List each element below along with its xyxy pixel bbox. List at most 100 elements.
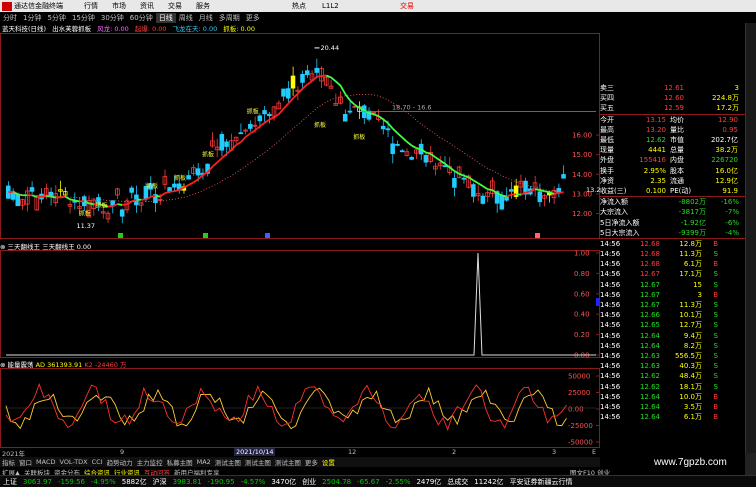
- sh-name[interactable]: 上证: [0, 477, 20, 487]
- flow-row[interactable]: 净流入额 -8802万 -16%: [600, 197, 745, 207]
- ma-segment: [335, 80, 342, 87]
- period-week[interactable]: 周线: [176, 13, 196, 23]
- ma-segment: [282, 102, 290, 110]
- ma-segment: [430, 153, 437, 159]
- tab-cci[interactable]: CCI: [90, 458, 105, 466]
- tab-test3[interactable]: 测试主图: [273, 457, 303, 467]
- watermark: www.7gpzb.com: [654, 457, 727, 468]
- tick-price: 12.68: [639, 260, 660, 269]
- tick-side: S: [713, 311, 718, 320]
- book-row[interactable]: 买五 12.59 17.2万: [600, 103, 745, 113]
- ma-segment: [226, 149, 232, 155]
- ma-segment: [344, 93, 351, 101]
- btab-news[interactable]: 综合资讯: [82, 467, 112, 477]
- candle-body: [509, 189, 514, 192]
- stat-key2: 量比: [670, 125, 684, 134]
- menu-item-trade[interactable]: 交易: [161, 1, 189, 11]
- ma-segment: [192, 178, 199, 184]
- period-60m[interactable]: 60分钟: [127, 13, 156, 23]
- tab-more[interactable]: 更多: [303, 457, 320, 467]
- tick-vol: 556.5万: [674, 351, 702, 360]
- tick-row: 14:56 12.68 12.8万 B: [600, 239, 745, 249]
- tab-test2[interactable]: 测试主图: [243, 457, 273, 467]
- tick-row: 14:56 12.64 3.5万 B: [600, 402, 745, 412]
- feed-name[interactable]: 平安证券新疆云行情: [507, 477, 576, 487]
- candle-body: [281, 88, 286, 97]
- tick-price: 12.67: [639, 270, 660, 279]
- period-5m[interactable]: 5分钟: [44, 13, 68, 23]
- tab-settings[interactable]: 设置: [320, 457, 337, 467]
- menu-level[interactable]: L1L2: [322, 2, 339, 10]
- stat-val2: 16.0亿: [715, 166, 738, 175]
- stat-row: 今开 13.15 均价 12.90: [600, 115, 745, 125]
- candle-body: [561, 174, 566, 179]
- menu-trade-link[interactable]: 交易: [400, 1, 414, 11]
- tick-time: 14:56: [600, 362, 621, 371]
- tab-monitor[interactable]: 主力监控: [135, 457, 165, 467]
- sub1-y-label: 0.40: [574, 311, 590, 319]
- ma-segment: [311, 76, 318, 82]
- tick-row: 14:56 12.68 11.3万 S: [600, 249, 745, 259]
- btab-related[interactable]: 关联板块: [22, 467, 52, 477]
- btab-industry[interactable]: 行业资讯: [112, 467, 142, 477]
- tick-side: B: [713, 392, 718, 401]
- menu-item-market[interactable]: 行情: [77, 1, 105, 11]
- period-month[interactable]: 月线: [196, 13, 216, 23]
- tab-vol[interactable]: VOL-TDX: [57, 458, 89, 466]
- menu-item-news[interactable]: 资讯: [133, 1, 161, 11]
- btab-expand[interactable]: 扩展▲: [0, 467, 22, 477]
- candle-body: [248, 124, 253, 129]
- sub1-chart[interactable]: 1.000.800.600.400.200.00: [0, 250, 600, 358]
- flow-val: -3817万: [678, 208, 706, 217]
- flow-row[interactable]: 5日净流入额 -1.92亿 -6%: [600, 217, 745, 227]
- period-more[interactable]: 更多: [243, 13, 263, 23]
- period-tick[interactable]: 分时: [0, 13, 20, 23]
- period-15m[interactable]: 15分钟: [69, 13, 98, 23]
- kline-chart[interactable]: 16.0015.0014.0013.0012.0018.70 - 16.620.…: [0, 33, 600, 241]
- menu-item-markets[interactable]: 市场: [105, 1, 133, 11]
- tab-ma2[interactable]: MA2: [195, 458, 213, 466]
- candle-body: [15, 193, 21, 207]
- bottom-tabs: 扩展▲ 关联板块 资金分布 综合资讯 行业资讯 互动问答 新用户福利专享 图文F…: [0, 467, 610, 477]
- tick-side: S: [713, 301, 718, 310]
- tab-indicator[interactable]: 指标: [0, 457, 17, 467]
- sub2-chart[interactable]: 50000 25000 0.00 -25000 -50000: [0, 368, 600, 448]
- cy-name[interactable]: 创业: [299, 477, 319, 487]
- book-key: 买五: [600, 104, 614, 113]
- tick-time: 14:56: [600, 280, 621, 289]
- candle-body: [224, 141, 229, 147]
- period-multi[interactable]: 多周期: [216, 13, 243, 23]
- formula-name[interactable]: 出水芙蓉抓板: [52, 23, 91, 33]
- ma-segment: [273, 113, 280, 119]
- book-row[interactable]: 买四 12.60 224.8万: [600, 93, 745, 103]
- tab-private[interactable]: 私募主图: [165, 457, 195, 467]
- menu-hot[interactable]: 热点: [292, 1, 306, 11]
- flow-row[interactable]: 大宗流入 -3817万 -7%: [600, 207, 745, 217]
- flow-pct: -4%: [725, 228, 739, 237]
- btab-funds[interactable]: 资金分布: [52, 467, 82, 477]
- btab-qa[interactable]: 互动问答: [142, 467, 172, 477]
- scrollbar[interactable]: [745, 23, 756, 453]
- tab-macd[interactable]: MACD: [34, 458, 57, 466]
- candle-body: [285, 88, 291, 99]
- btab-welfare[interactable]: 新用户福利专享: [172, 467, 222, 477]
- high-label: 20.44: [320, 44, 339, 52]
- tab-test1[interactable]: 测试主图: [213, 457, 243, 467]
- period-30m[interactable]: 30分钟: [98, 13, 127, 23]
- book-price: 12.61: [663, 84, 684, 93]
- tab-trend[interactable]: 趋势动力: [105, 457, 135, 467]
- menu-item-service[interactable]: 服务: [189, 1, 217, 11]
- sz-name[interactable]: 沪深: [150, 477, 170, 487]
- book-row[interactable]: 卖三 12.61 3: [600, 83, 745, 93]
- tick-time: 14:56: [600, 301, 621, 310]
- tick-row: 14:56 12.64 9.4万 S: [600, 331, 745, 341]
- period-day[interactable]: 日线: [155, 12, 176, 23]
- ma-segment: [174, 188, 180, 193]
- period-1m[interactable]: 1分钟: [20, 13, 44, 23]
- sub2-y-label: 0.00: [568, 406, 584, 414]
- tick-price: 12.64: [639, 331, 660, 340]
- tab-window[interactable]: 窗口: [17, 457, 34, 467]
- x-axis: 2021年 2021/10/14 9 12 2 3 E: [0, 448, 600, 458]
- candle-body: [314, 67, 320, 73]
- flow-row[interactable]: 5日大宗流入 -9399万 -4%: [600, 228, 745, 238]
